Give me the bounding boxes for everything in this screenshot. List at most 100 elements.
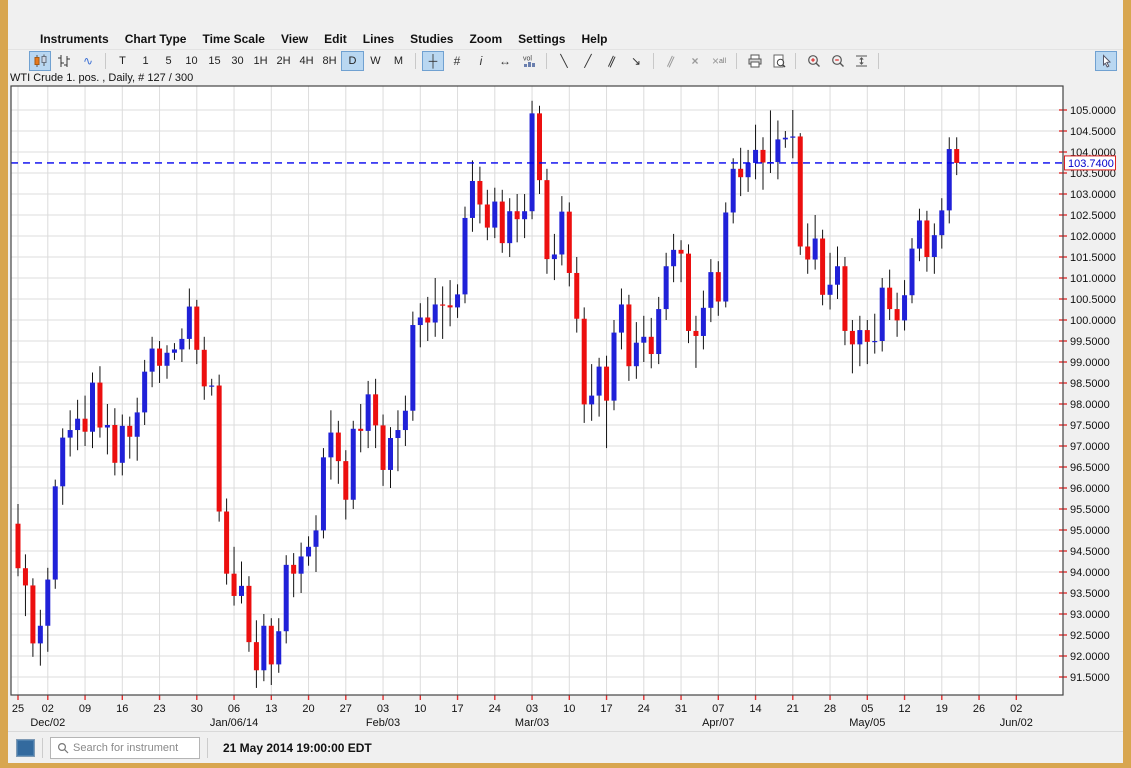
candle-down bbox=[425, 317, 430, 322]
timescale-1h[interactable]: 1H bbox=[249, 51, 272, 71]
x-axis-day-label: 25 bbox=[12, 703, 24, 715]
y-axis-label: 104.5000 bbox=[1070, 126, 1116, 138]
x-axis-day-label: 23 bbox=[153, 703, 165, 715]
ohlc-bar-chart-icon[interactable] bbox=[53, 51, 75, 71]
info-icon[interactable]: i bbox=[470, 51, 492, 71]
candle-down bbox=[895, 309, 900, 320]
pointer-pin-icon[interactable] bbox=[1095, 51, 1117, 71]
candle-down bbox=[865, 330, 870, 342]
x-axis-day-label: 28 bbox=[824, 703, 836, 715]
timescale-15min[interactable]: 15 bbox=[203, 51, 226, 71]
zoom-out-icon[interactable] bbox=[826, 51, 848, 71]
search-icon bbox=[57, 742, 69, 754]
print-icon[interactable] bbox=[743, 51, 765, 71]
svg-text:vol: vol bbox=[523, 56, 532, 63]
print-preview-icon[interactable] bbox=[767, 51, 789, 71]
candle-up bbox=[790, 136, 795, 137]
candle-up bbox=[559, 212, 564, 255]
candle-up bbox=[150, 349, 155, 372]
candle-down bbox=[440, 304, 445, 305]
line-chart-icon[interactable]: ∿ bbox=[77, 51, 99, 71]
arrow-annotation-icon[interactable]: ↘ bbox=[625, 51, 647, 71]
x-axis-day-label: 03 bbox=[377, 703, 389, 715]
crosshair-icon[interactable]: ┼ bbox=[422, 51, 444, 71]
candle-down bbox=[820, 239, 825, 295]
timescale-2h[interactable]: 2H bbox=[272, 51, 295, 71]
candle-up bbox=[90, 383, 95, 432]
separator bbox=[42, 738, 43, 758]
price-chart[interactable]: 91.500092.000092.500093.000093.500094.00… bbox=[8, 72, 1123, 731]
candle-down bbox=[693, 331, 698, 336]
menu-view[interactable]: View bbox=[273, 32, 316, 46]
candle-down bbox=[574, 273, 579, 319]
timescale-4h[interactable]: 4H bbox=[295, 51, 318, 71]
candle-up bbox=[53, 486, 58, 579]
candle-down bbox=[798, 136, 803, 246]
toolbar-separator bbox=[546, 53, 547, 69]
timescale-monthly[interactable]: M bbox=[387, 51, 410, 71]
timescale-tick[interactable]: T bbox=[111, 51, 134, 71]
candlestick-chart-icon[interactable] bbox=[29, 51, 51, 71]
candle-up bbox=[634, 343, 639, 367]
zoom-in-icon[interactable] bbox=[802, 51, 824, 71]
candle-down bbox=[30, 585, 35, 643]
x-axis-day-label: 09 bbox=[79, 703, 91, 715]
candle-up bbox=[872, 341, 877, 342]
instrument-search-box[interactable] bbox=[50, 737, 200, 759]
candle-down bbox=[97, 383, 102, 428]
candle-up bbox=[910, 249, 915, 296]
candle-down bbox=[924, 220, 929, 257]
channel-lines-icon[interactable]: ∥ bbox=[598, 47, 626, 74]
fit-vertical-icon[interactable] bbox=[850, 51, 872, 71]
instrument-color-swatch[interactable] bbox=[16, 739, 35, 757]
candle-up bbox=[366, 394, 371, 431]
candle-up bbox=[775, 139, 780, 162]
volume-icon[interactable]: vol bbox=[518, 51, 540, 71]
candle-up bbox=[209, 386, 214, 387]
candle-up bbox=[746, 163, 751, 177]
y-axis-label: 105.0000 bbox=[1070, 105, 1116, 117]
timescale-5min[interactable]: 5 bbox=[157, 51, 180, 71]
menu-help[interactable]: Help bbox=[573, 32, 615, 46]
toolbar: ∿T151015301H2H4H8HDWM┼#i↔vol╲╱∥↘∥××all bbox=[8, 50, 1123, 72]
candle-up bbox=[135, 412, 140, 436]
menu-lines[interactable]: Lines bbox=[355, 32, 402, 46]
candle-up bbox=[314, 530, 319, 546]
x-axis-day-label: 12 bbox=[898, 703, 910, 715]
menu-settings[interactable]: Settings bbox=[510, 32, 573, 46]
timescale-weekly[interactable]: W bbox=[364, 51, 387, 71]
menu-zoom[interactable]: Zoom bbox=[461, 32, 510, 46]
timescale-daily[interactable]: D bbox=[341, 51, 364, 71]
candle-down bbox=[343, 461, 348, 500]
toolbar-separator bbox=[105, 53, 106, 69]
trend-line-up-icon[interactable]: ╱ bbox=[577, 51, 599, 71]
menu-edit[interactable]: Edit bbox=[316, 32, 355, 46]
delete-all-lines-icon[interactable]: ×all bbox=[708, 51, 730, 71]
menu-instruments[interactable]: Instruments bbox=[32, 32, 117, 46]
menu-studies[interactable]: Studies bbox=[402, 32, 461, 46]
parallel-lines-icon[interactable]: ∥ bbox=[657, 47, 685, 74]
x-axis-month-label: Dec/02 bbox=[30, 717, 65, 729]
menu-chart-type[interactable]: Chart Type bbox=[117, 32, 195, 46]
candle-up bbox=[612, 333, 617, 401]
candle-up bbox=[917, 220, 922, 248]
delete-line-icon[interactable]: × bbox=[684, 51, 706, 71]
candle-down bbox=[254, 642, 259, 670]
timescale-8h[interactable]: 8H bbox=[318, 51, 341, 71]
y-axis-label: 97.5000 bbox=[1070, 420, 1110, 432]
menu-time-scale[interactable]: Time Scale bbox=[194, 32, 272, 46]
x-axis-day-label: 02 bbox=[42, 703, 54, 715]
search-input[interactable] bbox=[73, 742, 215, 754]
x-axis-day-label: 30 bbox=[191, 703, 203, 715]
y-axis-label: 98.5000 bbox=[1070, 378, 1110, 390]
candle-down bbox=[485, 205, 490, 228]
trend-line-down-icon[interactable]: ╲ bbox=[553, 51, 575, 71]
timescale-1min[interactable]: 1 bbox=[134, 51, 157, 71]
timescale-10min[interactable]: 10 bbox=[180, 51, 203, 71]
candle-down bbox=[887, 288, 892, 309]
candle-up bbox=[120, 426, 125, 463]
grid-icon[interactable]: # bbox=[446, 51, 468, 71]
candle-down bbox=[477, 181, 482, 205]
timescale-30min[interactable]: 30 bbox=[226, 51, 249, 71]
scroll-horizontal-icon[interactable]: ↔ bbox=[494, 51, 516, 71]
